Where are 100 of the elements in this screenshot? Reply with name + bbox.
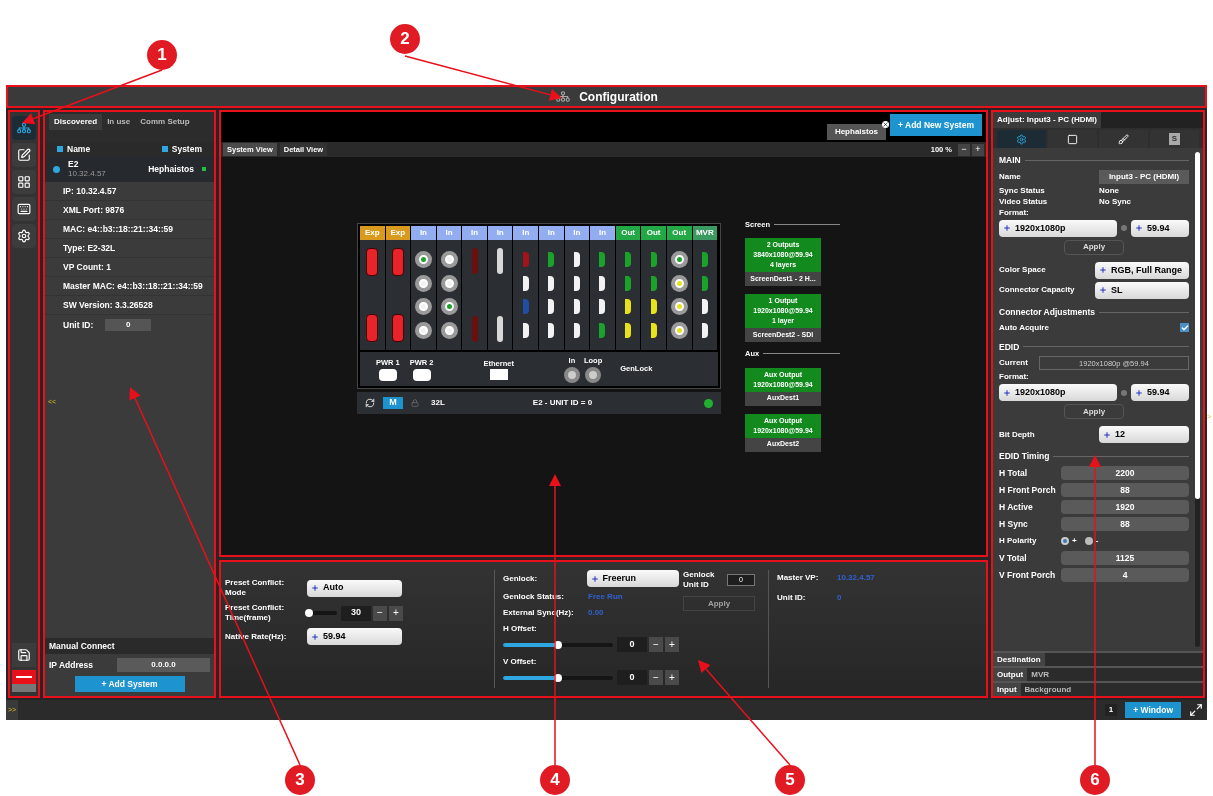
increment-button[interactable]: + bbox=[665, 670, 679, 685]
column-header[interactable]: System bbox=[171, 142, 202, 156]
dropdown[interactable]: Auto bbox=[307, 579, 402, 597]
lock-icon[interactable] bbox=[411, 399, 419, 407]
dock-tab[interactable]: Output bbox=[993, 668, 1028, 681]
close-icon[interactable] bbox=[882, 121, 889, 128]
brush-icon bbox=[1118, 133, 1129, 145]
detail-text: Type: E2-32L bbox=[63, 241, 116, 255]
fullscreen-icon[interactable] bbox=[1189, 703, 1203, 717]
checkbox[interactable] bbox=[1180, 323, 1189, 332]
icon-tab[interactable]: S bbox=[1150, 130, 1199, 148]
radio-label: - bbox=[1095, 535, 1099, 547]
bnc-connector bbox=[585, 366, 602, 383]
value-field[interactable]: 1920 bbox=[1061, 500, 1189, 514]
dropdown[interactable]: 59.94 bbox=[1131, 384, 1189, 402]
status-value: Free Run bbox=[588, 591, 623, 603]
slot-label: In bbox=[436, 226, 462, 240]
dropdown[interactable]: 59.94 bbox=[307, 628, 402, 645]
system-row[interactable]: E2 10.32.4.57 Hephaistos bbox=[45, 156, 214, 182]
dropdown[interactable]: Freerun bbox=[586, 570, 679, 587]
unit-id-field[interactable]: 0 bbox=[105, 319, 152, 331]
sidebar-button[interactable] bbox=[12, 170, 36, 194]
dock-tab[interactable]: MVR bbox=[1027, 668, 1053, 681]
slider[interactable] bbox=[307, 608, 337, 618]
value-field[interactable]: 4 bbox=[1061, 568, 1189, 582]
apply-button[interactable]: Apply bbox=[1064, 404, 1124, 420]
section-heading: EDID Timing bbox=[999, 450, 1050, 463]
sidebar-button[interactable] bbox=[12, 143, 36, 167]
tab[interactable]: Discovered bbox=[49, 114, 103, 130]
number-field[interactable]: 0 bbox=[617, 670, 647, 685]
value-field[interactable]: 88 bbox=[1061, 483, 1189, 497]
system-tab[interactable]: Hephaistos bbox=[826, 124, 886, 140]
detail-text: VP Count: 1 bbox=[63, 260, 111, 274]
slot-label: MVR bbox=[692, 226, 718, 240]
increment-button[interactable]: + bbox=[665, 637, 679, 652]
slot-label: Exp bbox=[360, 226, 385, 240]
settings-icon bbox=[17, 229, 31, 243]
radio-button[interactable] bbox=[1061, 537, 1069, 545]
icon-tab[interactable] bbox=[1048, 130, 1097, 148]
sidebar-button[interactable] bbox=[12, 224, 36, 248]
field-label: H Offset: bbox=[503, 623, 538, 635]
plus-icon bbox=[311, 584, 319, 592]
value-field[interactable]: 2200 bbox=[1061, 466, 1189, 480]
plus-icon bbox=[1099, 266, 1107, 275]
plus-icon bbox=[1103, 430, 1111, 439]
sort-icon bbox=[57, 146, 63, 152]
decrement-button[interactable]: − bbox=[373, 605, 387, 621]
slider-thumb[interactable] bbox=[304, 609, 313, 617]
dock-tab[interactable]: Destination bbox=[993, 653, 1045, 666]
dropdown[interactable]: 1920x1080p bbox=[999, 384, 1117, 402]
field-label: V Offset: bbox=[503, 656, 538, 668]
slot-label: In bbox=[590, 226, 615, 240]
network-icon bbox=[16, 122, 32, 134]
dropdown[interactable]: 12 bbox=[1099, 426, 1189, 444]
decrement-button[interactable]: − bbox=[649, 670, 663, 685]
slider[interactable] bbox=[503, 672, 613, 683]
zoom-in-button[interactable]: + bbox=[972, 143, 984, 156]
slider-thumb[interactable] bbox=[554, 640, 562, 649]
tab[interactable]: In use bbox=[102, 114, 136, 130]
slot-label: In bbox=[513, 226, 539, 240]
callout-badge: 4 bbox=[540, 765, 570, 795]
name-field[interactable]: Input3 - PC (HDMI) bbox=[1099, 169, 1189, 184]
field-label: Bit Depth bbox=[999, 428, 1036, 441]
increment-button[interactable]: + bbox=[389, 605, 403, 621]
number-field[interactable]: 0 bbox=[617, 637, 647, 652]
slider[interactable] bbox=[503, 639, 613, 650]
panel-tab[interactable]: Adjust: Input3 - PC (HDMI) bbox=[993, 112, 1101, 128]
network-icon bbox=[555, 91, 572, 102]
plus-icon bbox=[1003, 224, 1011, 233]
dropdown[interactable]: SL bbox=[1095, 281, 1189, 299]
field-label: H Polarity bbox=[999, 535, 1038, 547]
icon-tab[interactable] bbox=[1099, 130, 1148, 148]
bnc-connector bbox=[563, 366, 580, 383]
dropdown[interactable]: 59.94 bbox=[1131, 219, 1189, 237]
number-field[interactable]: 30 bbox=[341, 605, 371, 621]
zoom-out-button[interactable]: − bbox=[958, 143, 970, 156]
slider-thumb[interactable] bbox=[554, 673, 562, 682]
field-label: V Total bbox=[999, 552, 1028, 564]
save-button[interactable] bbox=[12, 643, 36, 667]
radio-button[interactable] bbox=[1084, 537, 1093, 545]
status-value: 0 bbox=[837, 592, 842, 604]
column-header[interactable]: Name bbox=[67, 142, 91, 156]
apply-button[interactable]: Apply bbox=[1064, 239, 1124, 255]
ip-field[interactable]: 0.0.0.0 bbox=[117, 658, 210, 672]
dock-tab[interactable]: Background bbox=[1020, 683, 1076, 696]
sidebar-button[interactable] bbox=[12, 197, 36, 221]
field-label: H Front Porch bbox=[999, 484, 1057, 496]
dock-tab[interactable]: Input bbox=[993, 683, 1021, 696]
detail-text: Master MAC: e4::b3::18::21::34::59 bbox=[63, 279, 203, 293]
scrollbar-thumb[interactable] bbox=[1195, 152, 1200, 499]
dropdown[interactable]: RGB, Full Range bbox=[1095, 261, 1189, 279]
tab[interactable]: Comm Setup bbox=[135, 114, 195, 130]
slot-label: Out bbox=[615, 226, 641, 240]
check-icon bbox=[1180, 323, 1189, 332]
callout-badge: 5 bbox=[775, 765, 805, 795]
dropdown[interactable]: 1920x1080p bbox=[999, 219, 1117, 237]
value-field[interactable]: 1125 bbox=[1061, 551, 1189, 565]
decrement-button[interactable]: − bbox=[649, 637, 663, 652]
value-field[interactable]: 88 bbox=[1061, 517, 1189, 531]
refresh-icon[interactable] bbox=[365, 398, 375, 408]
